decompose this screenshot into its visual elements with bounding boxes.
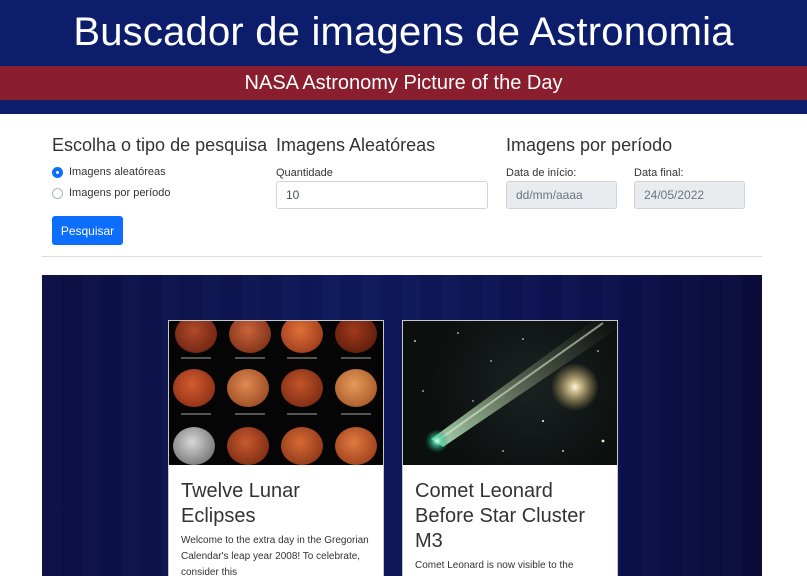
page-subtitle: NASA Astronomy Picture of the Day <box>244 72 563 94</box>
section-divider <box>42 256 762 257</box>
end-date-input[interactable]: 24/05/2022 <box>634 181 745 209</box>
comet-image[interactable] <box>403 321 617 465</box>
radio-button-unchecked[interactable] <box>52 187 63 199</box>
comet-illustration <box>414 321 617 453</box>
card-title: Twelve Lunar Eclipses <box>181 480 300 527</box>
radio-label-random: Imagens aleatóreas <box>69 166 166 178</box>
page-title: Buscador de imagens de Astronomia <box>73 10 734 54</box>
page-header: Buscador de imagens de Astronomia NASA A… <box>0 0 807 114</box>
card-description: Welcome to the extra day in the Gregoria… <box>181 535 369 576</box>
quantity-input[interactable]: 10 <box>276 181 488 209</box>
radio-random-images[interactable]: Imagens aleatóreas <box>52 166 166 178</box>
search-button[interactable]: Pesquisar <box>52 216 123 245</box>
search-type-title: Escolha o tipo de pesquisa <box>52 135 268 155</box>
end-date-label: Data final: <box>634 167 684 179</box>
start-date-label: Data de início: <box>506 167 577 179</box>
card-description: Comet Leonard is now visible to the <box>415 560 574 571</box>
card-title: Comet Leonard Before Star Cluster M3 <box>415 480 586 552</box>
quantity-label: Quantidade <box>276 167 333 179</box>
start-date-input[interactable]: dd/mm/aaaa <box>506 181 617 209</box>
random-images-title: Imagens Aleatóreas <box>276 135 436 155</box>
radio-period-images[interactable]: Imagens por período <box>52 187 171 199</box>
results-gallery: Twelve Lunar Eclipses Welcome to the ext… <box>42 275 762 576</box>
radio-label-period: Imagens por período <box>69 187 171 199</box>
result-card-lunar[interactable]: Twelve Lunar Eclipses Welcome to the ext… <box>168 320 384 576</box>
period-images-title: Imagens por período <box>506 135 673 155</box>
result-card-comet[interactable]: Comet Leonard Before Star Cluster M3 Com… <box>402 320 618 576</box>
radio-button-checked[interactable] <box>52 166 63 178</box>
lunar-eclipses-image[interactable] <box>169 321 383 465</box>
